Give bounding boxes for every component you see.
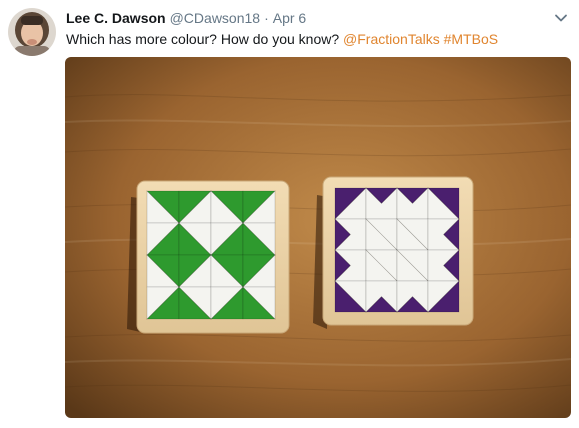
hashtag-link[interactable]: #MTBoS: [444, 31, 498, 47]
tweet-date[interactable]: Apr 6: [273, 10, 306, 26]
display-name[interactable]: Lee C. Dawson: [66, 10, 166, 26]
purple-puzzle: [334, 187, 460, 313]
photo-of-fraction-puzzles: [65, 57, 571, 418]
tweet-photo[interactable]: [65, 57, 571, 418]
separator-dot: ·: [264, 10, 269, 26]
avatar[interactable]: [8, 8, 56, 56]
avatar-photo: [8, 8, 56, 56]
tweet-text-body: Which has more colour? How do you know?: [66, 31, 344, 47]
tweet-header: Lee C. Dawson @CDawson18 · Apr 6: [66, 8, 306, 28]
chevron-down-icon[interactable]: [553, 10, 569, 26]
mention-link[interactable]: @FractionTalks: [343, 31, 440, 47]
tweet-card: Lee C. Dawson @CDawson18 · Apr 6 Which has …: [0, 0, 579, 428]
green-puzzle: [146, 190, 276, 320]
tweet-text: Which has more colour? How do you know? …: [66, 29, 498, 49]
user-handle[interactable]: @CDawson18: [170, 10, 260, 26]
